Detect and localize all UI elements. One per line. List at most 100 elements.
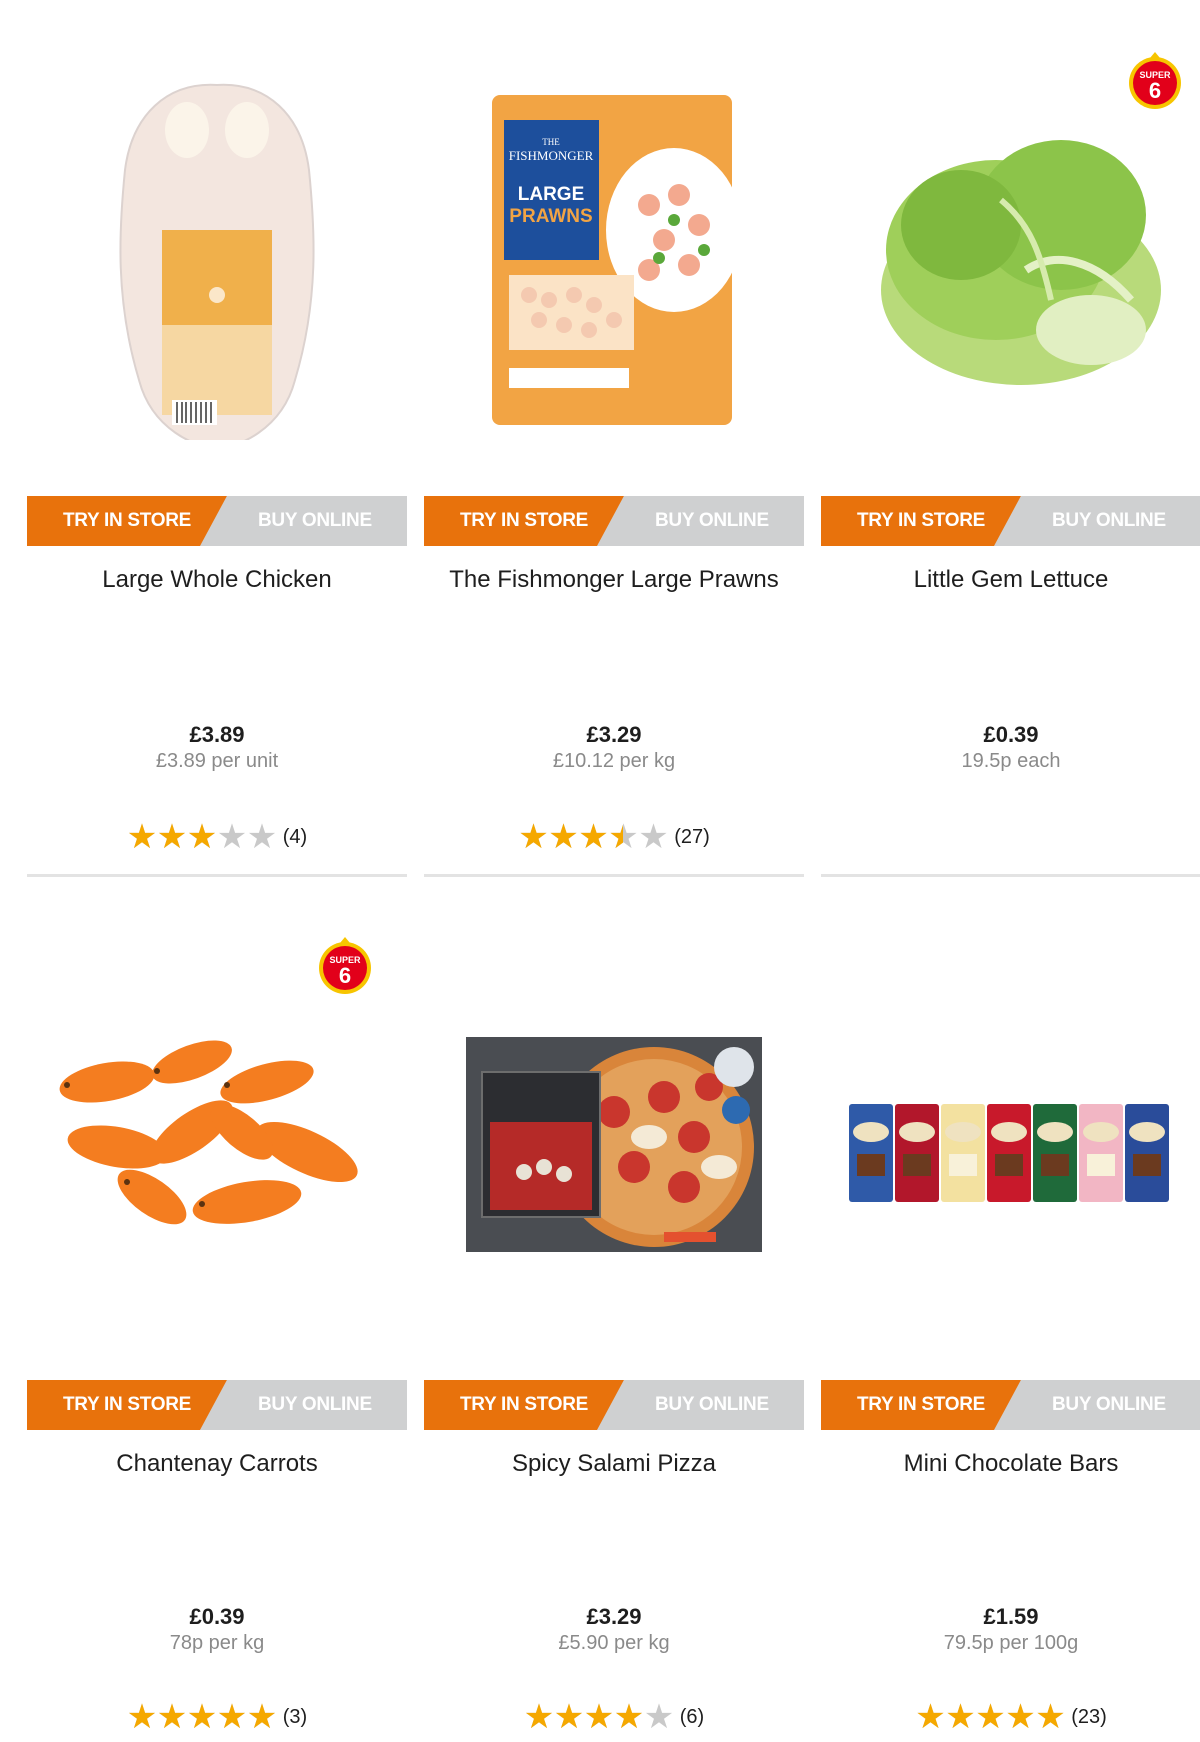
star-icon: ★★ xyxy=(578,818,609,856)
review-count[interactable]: (23) xyxy=(1071,1706,1107,1729)
star-icon: ★★ xyxy=(975,1698,1006,1736)
star-fill: ★ xyxy=(608,820,623,854)
unit-price: 79.5p per 100g xyxy=(943,1632,1079,1654)
tab-group: TRY IN STORE BUY ONLINE xyxy=(821,496,1200,546)
product-name[interactable]: Chantenay Carrots xyxy=(27,1450,407,1478)
product-name[interactable]: The Fishmonger Large Prawns xyxy=(424,566,804,594)
chicken-illustration xyxy=(119,83,315,440)
product-image-prawns[interactable]: THE FISHMONGER LARGE PRAWNS xyxy=(424,0,804,440)
star-fill: ★ xyxy=(186,820,217,854)
star-icon: ★★ xyxy=(156,818,188,856)
star-icon: ★★ xyxy=(945,1698,976,1736)
star-icon: ★★ xyxy=(156,1698,188,1736)
divider xyxy=(27,874,407,877)
star-fill: ★ xyxy=(126,1700,157,1734)
product-name[interactable]: Spicy Salami Pizza xyxy=(424,1450,804,1478)
product-name[interactable]: Little Gem Lettuce xyxy=(821,566,1200,594)
star-fill: ★ xyxy=(945,1700,976,1734)
pack-text: LARGE xyxy=(518,184,585,205)
product-price: £0.39 xyxy=(983,722,1039,747)
buy-online-button[interactable]: BUY ONLINE xyxy=(200,1380,407,1430)
rating: ★ ★ ★ ★ ★ ★ ★ ★ ★ ★ (3) xyxy=(27,1700,407,1734)
try-in-store-button[interactable]: TRY IN STORE xyxy=(424,1380,629,1430)
product-price: £3.89 xyxy=(189,722,245,747)
star-fill: ★ xyxy=(578,820,609,854)
product-image-lettuce[interactable]: SUPER 6 xyxy=(821,0,1200,440)
unit-price: £5.90 per kg xyxy=(558,1632,670,1654)
star-icon: ★★ xyxy=(1005,1698,1036,1736)
try-in-store-button[interactable]: TRY IN STORE xyxy=(821,1380,1026,1430)
product-image-carrots[interactable]: SUPER 6 xyxy=(27,882,407,1322)
buy-online-button[interactable]: BUY ONLINE xyxy=(597,496,804,546)
star-icon: ★★ xyxy=(548,818,579,856)
star-fill: ★ xyxy=(975,1700,1006,1734)
star-icon: ★ xyxy=(216,818,248,856)
star-fill: ★ xyxy=(518,820,549,854)
rating: ★ ★ ★ ★ ★ ★ ★ ★ (4) xyxy=(27,820,407,854)
star-icon: ★★ xyxy=(186,1698,218,1736)
product-name[interactable]: Mini Chocolate Bars xyxy=(821,1450,1200,1478)
buy-online-button[interactable]: BUY ONLINE xyxy=(597,1380,804,1430)
star-fill: ★ xyxy=(548,820,579,854)
star-icon: ★★ xyxy=(1035,1698,1066,1736)
star-fill: ★ xyxy=(1005,1700,1036,1734)
product-price: £3.29 xyxy=(586,1604,642,1629)
star-icon: ★★ xyxy=(126,1698,158,1736)
unit-price: £10.12 per kg xyxy=(552,750,676,772)
badge-number: 6 xyxy=(339,963,351,988)
review-count[interactable]: (4) xyxy=(283,826,307,849)
super-6-badge: SUPER 6 xyxy=(319,937,371,994)
try-in-store-button[interactable]: TRY IN STORE xyxy=(27,1380,232,1430)
pack-text: FISHMONGER xyxy=(509,148,594,163)
buy-online-button[interactable]: BUY ONLINE xyxy=(994,1380,1200,1430)
review-count[interactable]: (27) xyxy=(674,826,710,849)
pack-text: PRAWNS xyxy=(509,206,592,227)
product-image-pizza[interactable] xyxy=(424,882,804,1322)
star-icon: ★★ xyxy=(126,818,158,856)
star-fill: ★ xyxy=(915,1700,946,1734)
star-icon: ★★ xyxy=(553,1698,585,1736)
badge-number: 6 xyxy=(1149,78,1161,103)
buy-online-button[interactable]: BUY ONLINE xyxy=(994,496,1200,546)
star-fill: ★ xyxy=(126,820,157,854)
product-image-chocolate[interactable] xyxy=(821,882,1200,1322)
star-rating: ★ ★ ★ ★ ★ ★ ★ ★ ★ ★ xyxy=(127,1700,277,1734)
star-fill: ★ xyxy=(1035,1700,1066,1734)
divider xyxy=(821,874,1200,877)
buy-online-button[interactable]: BUY ONLINE xyxy=(200,496,407,546)
star-fill: ★ xyxy=(523,1700,554,1734)
unit-price: £3.89 per unit xyxy=(155,750,279,772)
try-in-store-button[interactable]: TRY IN STORE xyxy=(27,496,232,546)
star-fill: ★ xyxy=(156,820,187,854)
star-icon: ★★ xyxy=(583,1698,615,1736)
star-icon: ★★ xyxy=(246,1698,278,1736)
review-count[interactable]: (6) xyxy=(680,1706,704,1729)
review-count[interactable]: (3) xyxy=(283,1706,307,1729)
rating: ★ ★ ★ ★ ★ ★ ★ ★ ★ (6) xyxy=(424,1700,804,1734)
product-price: £0.39 xyxy=(189,1604,245,1629)
product-image-chicken[interactable] xyxy=(27,0,407,440)
pack-text: THE xyxy=(542,137,560,147)
star-icon: ★ xyxy=(643,1698,675,1736)
star-fill: ★ xyxy=(583,1700,614,1734)
tab-group: TRY IN STORE BUY ONLINE xyxy=(27,1380,407,1430)
try-in-store-button[interactable]: TRY IN STORE xyxy=(821,496,1026,546)
star-icon: ★★ xyxy=(613,1698,645,1736)
super-6-badge: SUPER 6 xyxy=(1129,52,1181,109)
star-icon: ★★ xyxy=(518,818,549,856)
star-icon: ★★ xyxy=(915,1698,946,1736)
try-in-store-button[interactable]: TRY IN STORE xyxy=(424,496,629,546)
star-fill: ★ xyxy=(246,1700,277,1734)
star-icon: ★ xyxy=(246,818,278,856)
unit-price: 19.5p each xyxy=(961,750,1061,772)
star-icon: ★★ xyxy=(216,1698,248,1736)
tab-group: TRY IN STORE BUY ONLINE xyxy=(424,496,804,546)
star-fill: ★ xyxy=(216,1700,247,1734)
star-fill: ★ xyxy=(156,1700,187,1734)
star-icon: ★ xyxy=(638,818,669,856)
divider xyxy=(424,874,804,877)
star-icon: ★★ xyxy=(608,818,639,856)
rating: ★★★★★★★★★ (27) xyxy=(424,820,804,854)
star-rating: ★★★★★★★★★ xyxy=(524,1700,674,1734)
product-name[interactable]: Large Whole Chicken xyxy=(27,566,407,594)
